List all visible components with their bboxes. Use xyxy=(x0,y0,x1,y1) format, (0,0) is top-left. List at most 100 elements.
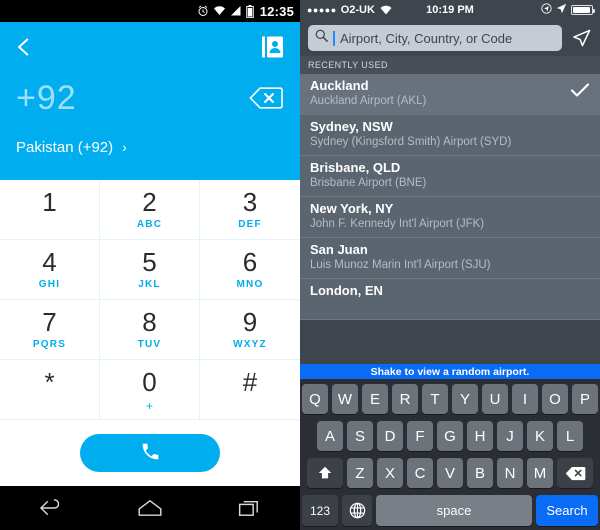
nav-home-icon[interactable] xyxy=(120,499,180,517)
key-j[interactable]: J xyxy=(497,421,523,451)
dialpad-key-star[interactable]: * xyxy=(0,360,100,420)
signal-icon xyxy=(230,5,242,17)
key-b[interactable]: B xyxy=(467,458,493,488)
backspace-icon[interactable] xyxy=(248,86,284,110)
key-c[interactable]: C xyxy=(407,458,433,488)
dialer-number-row: +92 xyxy=(0,72,300,124)
checkmark-icon xyxy=(570,83,590,103)
list-item[interactable]: London, EN xyxy=(300,279,600,320)
list-item[interactable]: Sydney, NSW Sydney (Kingsford Smith) Air… xyxy=(300,115,600,156)
dialpad-key-8[interactable]: 8 TUV xyxy=(100,300,200,360)
key-digit: 6 xyxy=(242,247,258,277)
phone-handset-icon xyxy=(140,441,161,465)
dialpad-key-0[interactable]: 0 + xyxy=(100,360,200,420)
key-n[interactable]: N xyxy=(497,458,523,488)
key-digit: 4 xyxy=(42,247,57,277)
list-item[interactable]: Auckland Auckland Airport (AKL) xyxy=(300,74,600,115)
country-selector[interactable]: Pakistan (+92) › xyxy=(0,124,300,170)
battery-icon xyxy=(571,5,595,15)
dialpad-key-6[interactable]: 6 MNO xyxy=(200,240,300,300)
key-digit: # xyxy=(242,367,258,397)
globe-icon[interactable] xyxy=(342,495,372,526)
dialpad-key-3[interactable]: 3 DEF xyxy=(200,180,300,240)
key-f[interactable]: F xyxy=(407,421,433,451)
key-digit: 5 xyxy=(142,247,157,277)
back-chevron-icon[interactable] xyxy=(14,32,40,62)
key-o[interactable]: O xyxy=(542,384,568,414)
key-y[interactable]: Y xyxy=(452,384,478,414)
key-sublabel: + xyxy=(145,399,153,413)
dialpad-key-4[interactable]: 4 GHI xyxy=(0,240,100,300)
ios-airport-picker-screen: ●●●●● O2-UK 10:19 PM Airport, City, Coun… xyxy=(300,0,600,530)
dialer-header: +92 Pakistan (+92) › xyxy=(0,22,300,180)
key-z[interactable]: Z xyxy=(347,458,373,488)
airport-city: Auckland xyxy=(310,78,369,93)
key-x[interactable]: X xyxy=(377,458,403,488)
space-key[interactable]: space xyxy=(376,495,532,526)
dialpad-key-5[interactable]: 5 JKL xyxy=(100,240,200,300)
key-digit: 9 xyxy=(242,307,258,337)
airport-city: New York, NY xyxy=(310,201,394,216)
list-item[interactable]: Brisbane, QLD Brisbane Airport (BNE) xyxy=(300,156,600,197)
key-t[interactable]: T xyxy=(422,384,448,414)
key-m[interactable]: M xyxy=(527,458,553,488)
key-l[interactable]: L xyxy=(557,421,583,451)
nav-back-icon[interactable] xyxy=(20,499,80,517)
key-p[interactable]: P xyxy=(572,384,598,414)
android-dialer-screen: 12:35 +92 Pakistan (+92) › 1 2 ABC 3 DEF… xyxy=(0,0,300,530)
locate-me-button[interactable] xyxy=(570,29,592,48)
key-v[interactable]: V xyxy=(437,458,463,488)
text-caret xyxy=(333,30,335,46)
search-key[interactable]: Search xyxy=(536,495,598,526)
contacts-book-icon[interactable] xyxy=(262,33,286,61)
search-input[interactable]: Airport, City, Country, or Code xyxy=(308,25,562,51)
key-q[interactable]: Q xyxy=(302,384,328,414)
key-h[interactable]: H xyxy=(467,421,493,451)
alarm-icon xyxy=(197,5,209,17)
list-item[interactable]: New York, NY John F. Kennedy Int'l Airpo… xyxy=(300,197,600,238)
backspace-icon[interactable] xyxy=(557,458,593,488)
list-item[interactable]: San Juan Luis Munoz Marin Int'l Airport … xyxy=(300,238,600,279)
dialpad-key-7[interactable]: 7 PQRS xyxy=(0,300,100,360)
airport-list[interactable]: Auckland Auckland Airport (AKL) Sydney, … xyxy=(300,74,600,379)
chevron-right-icon: › xyxy=(122,139,127,155)
airport-city: Sydney, NSW xyxy=(310,119,393,134)
nav-recents-icon[interactable] xyxy=(220,499,280,517)
country-label: Pakistan (+92) xyxy=(16,138,114,156)
key-s[interactable]: S xyxy=(347,421,373,451)
dialpad-key-2[interactable]: 2 ABC xyxy=(100,180,200,240)
shake-hint-banner: Shake to view a random airport. xyxy=(300,364,600,379)
wifi-icon xyxy=(213,5,226,17)
section-header-recently-used: RECENTLY USED xyxy=(300,56,600,74)
key-k[interactable]: K xyxy=(527,421,553,451)
dialpad-key-hash[interactable]: # xyxy=(200,360,300,420)
airport-name: Auckland Airport (AKL) xyxy=(310,95,427,107)
numeric-keyboard-button[interactable]: 123 xyxy=(302,495,338,526)
key-d[interactable]: D xyxy=(377,421,403,451)
airport-name: John F. Kennedy Int'l Airport (JFK) xyxy=(310,218,485,230)
dialpad-key-1[interactable]: 1 xyxy=(0,180,100,240)
key-i[interactable]: I xyxy=(512,384,538,414)
battery-icon xyxy=(246,4,254,18)
key-g[interactable]: G xyxy=(437,421,463,451)
airport-city: Brisbane, QLD xyxy=(310,160,401,175)
airport-city: San Juan xyxy=(310,242,368,257)
key-u[interactable]: U xyxy=(482,384,508,414)
key-a[interactable]: A xyxy=(317,421,343,451)
call-button[interactable] xyxy=(80,434,220,472)
keyboard-row-3: Z X C V B N M xyxy=(302,458,598,488)
search-icon xyxy=(315,29,328,47)
key-sublabel: DEF xyxy=(238,219,262,230)
airport-city: London, EN xyxy=(310,283,383,298)
dialpad-key-9[interactable]: 9 WXYZ xyxy=(200,300,300,360)
android-clock: 12:35 xyxy=(259,3,294,19)
ios-clock: 10:19 PM xyxy=(426,4,474,16)
dual-phone-screenshot: 12:35 +92 Pakistan (+92) › 1 2 ABC 3 DEF… xyxy=(0,0,600,530)
key-sublabel: TUV xyxy=(137,339,162,350)
shift-arrow-icon[interactable] xyxy=(307,458,343,488)
key-r[interactable]: R xyxy=(392,384,418,414)
key-digit: 3 xyxy=(242,187,258,217)
key-e[interactable]: E xyxy=(362,384,388,414)
key-w[interactable]: W xyxy=(332,384,358,414)
key-sublabel: ABC xyxy=(136,219,163,230)
